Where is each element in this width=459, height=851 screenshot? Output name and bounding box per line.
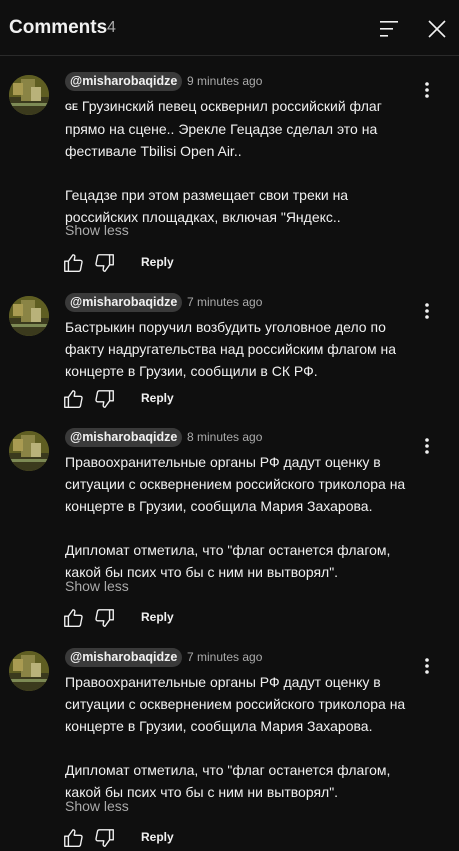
comment-paragraph: Правоохранительные органы РФ дадут оценк… bbox=[65, 454, 406, 514]
reply-button[interactable]: Reply bbox=[141, 610, 174, 624]
comment-text: GE Грузинский певец осквернил российский… bbox=[65, 95, 415, 228]
more-vert-icon[interactable] bbox=[417, 436, 437, 456]
thumb-down-icon[interactable] bbox=[94, 827, 116, 849]
thumb-up-icon[interactable] bbox=[62, 607, 84, 629]
comment-paragraph: Правоохранительные органы РФ дадут оценк… bbox=[65, 674, 406, 734]
more-vert-icon[interactable] bbox=[417, 656, 437, 676]
show-less-button[interactable]: Show less bbox=[65, 798, 129, 814]
comment-paragraph: Дипломат отметила, что "флаг останется ф… bbox=[65, 542, 391, 580]
comments-count: 4 bbox=[107, 19, 116, 36]
author-handle[interactable]: @misharobaqidze bbox=[65, 648, 183, 667]
flag-prefix: GE bbox=[65, 102, 79, 112]
thumb-up-icon[interactable] bbox=[62, 388, 84, 410]
sort-icon[interactable] bbox=[376, 18, 400, 40]
author-handle[interactable]: @misharobaqidze bbox=[65, 428, 183, 447]
more-vert-icon[interactable] bbox=[417, 301, 437, 321]
author-handle[interactable]: @misharobaqidze bbox=[65, 72, 183, 91]
reply-button[interactable]: Reply bbox=[141, 255, 174, 269]
comment-actions: Reply bbox=[62, 827, 262, 851]
comment-paragraph: Грузинский певец осквернил российский фл… bbox=[65, 98, 382, 159]
comment-timestamp[interactable]: 7 minutes ago bbox=[187, 650, 262, 664]
comment-text: Правоохранительные органы РФ дадут оценк… bbox=[65, 451, 415, 583]
avatar[interactable] bbox=[9, 651, 49, 691]
thumb-up-icon[interactable] bbox=[62, 827, 84, 849]
comment-actions: Reply bbox=[62, 388, 262, 412]
avatar[interactable] bbox=[9, 431, 49, 471]
show-less-button[interactable]: Show less bbox=[65, 222, 129, 238]
avatar[interactable] bbox=[9, 296, 49, 336]
comment-actions: Reply bbox=[62, 607, 262, 631]
close-icon[interactable] bbox=[425, 17, 449, 41]
comments-header: Comments 4 bbox=[0, 0, 459, 56]
comment-text: Бастрыкин поручил возбудить уголовное де… bbox=[65, 316, 415, 382]
thumb-down-icon[interactable] bbox=[94, 252, 116, 274]
thumb-down-icon[interactable] bbox=[94, 607, 116, 629]
reply-button[interactable]: Reply bbox=[141, 391, 174, 405]
show-less-button[interactable]: Show less bbox=[65, 578, 129, 594]
comment-text: Правоохранительные органы РФ дадут оценк… bbox=[65, 671, 415, 803]
reply-button[interactable]: Reply bbox=[141, 830, 174, 844]
thumb-up-icon[interactable] bbox=[62, 252, 84, 274]
comment-actions: Reply bbox=[62, 252, 262, 276]
author-handle[interactable]: @misharobaqidze bbox=[65, 293, 183, 312]
avatar[interactable] bbox=[9, 75, 49, 115]
more-vert-icon[interactable] bbox=[417, 80, 437, 100]
comment-timestamp[interactable]: 9 minutes ago bbox=[187, 74, 262, 88]
comment-timestamp[interactable]: 7 minutes ago bbox=[187, 295, 262, 309]
comment-paragraph: Бастрыкин поручил возбудить уголовное де… bbox=[65, 319, 397, 379]
thumb-down-icon[interactable] bbox=[94, 388, 116, 410]
comment-paragraph: Дипломат отметила, что "флаг останется ф… bbox=[65, 762, 391, 800]
comments-title: Comments bbox=[9, 17, 108, 38]
comment-timestamp[interactable]: 8 minutes ago bbox=[187, 430, 262, 444]
